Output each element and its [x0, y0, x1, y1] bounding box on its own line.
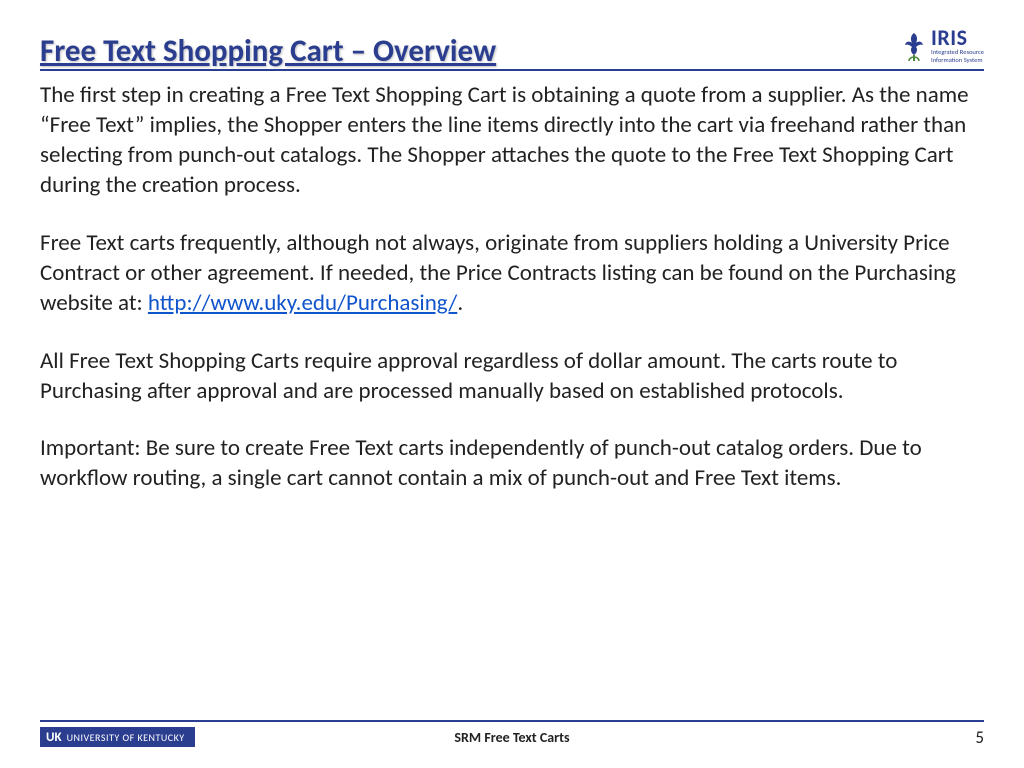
iris-logo-text: IRIS Integrated Resource Information Sys… [931, 28, 984, 63]
uk-org-name: UNIVERSITY OF KENTUCKY [67, 731, 185, 744]
iris-logo: IRIS Integrated Resource Information Sys… [901, 28, 984, 67]
footer-rule [40, 720, 984, 722]
iris-logo-sub2: Information System [931, 57, 984, 64]
iris-logo-main: IRIS [931, 28, 984, 48]
iris-flower-icon [901, 31, 927, 61]
footer: UK UNIVERSITY OF KENTUCKY SRM Free Text … [0, 720, 1024, 748]
paragraph-4: Important: Be sure to create Free Text c… [40, 434, 984, 494]
p2-tail: . [457, 289, 463, 317]
uk-mark: UK [46, 730, 62, 745]
uk-badge: UK UNIVERSITY OF KENTUCKY [40, 727, 195, 747]
page-number: 5 [975, 727, 984, 748]
footer-center-label: SRM Free Text Carts [454, 729, 569, 746]
slide-title: Free Text Shopping Cart – Overview [40, 35, 496, 68]
purchasing-link[interactable]: http://www.uky.edu/Purchasing/ [148, 289, 457, 317]
paragraph-1: The first step in creating a Free Text S… [40, 81, 984, 201]
paragraph-2: Free Text carts frequently, although not… [40, 229, 984, 319]
slide: Free Text Shopping Cart – Overview IRIS … [0, 0, 1024, 768]
footer-row: UK UNIVERSITY OF KENTUCKY SRM Free Text … [40, 726, 984, 748]
paragraph-3: All Free Text Shopping Carts require app… [40, 347, 984, 407]
iris-logo-sub1: Integrated Resource [931, 49, 984, 56]
body-text: The first step in creating a Free Text S… [40, 81, 984, 494]
header-row: Free Text Shopping Cart – Overview IRIS … [40, 28, 984, 71]
